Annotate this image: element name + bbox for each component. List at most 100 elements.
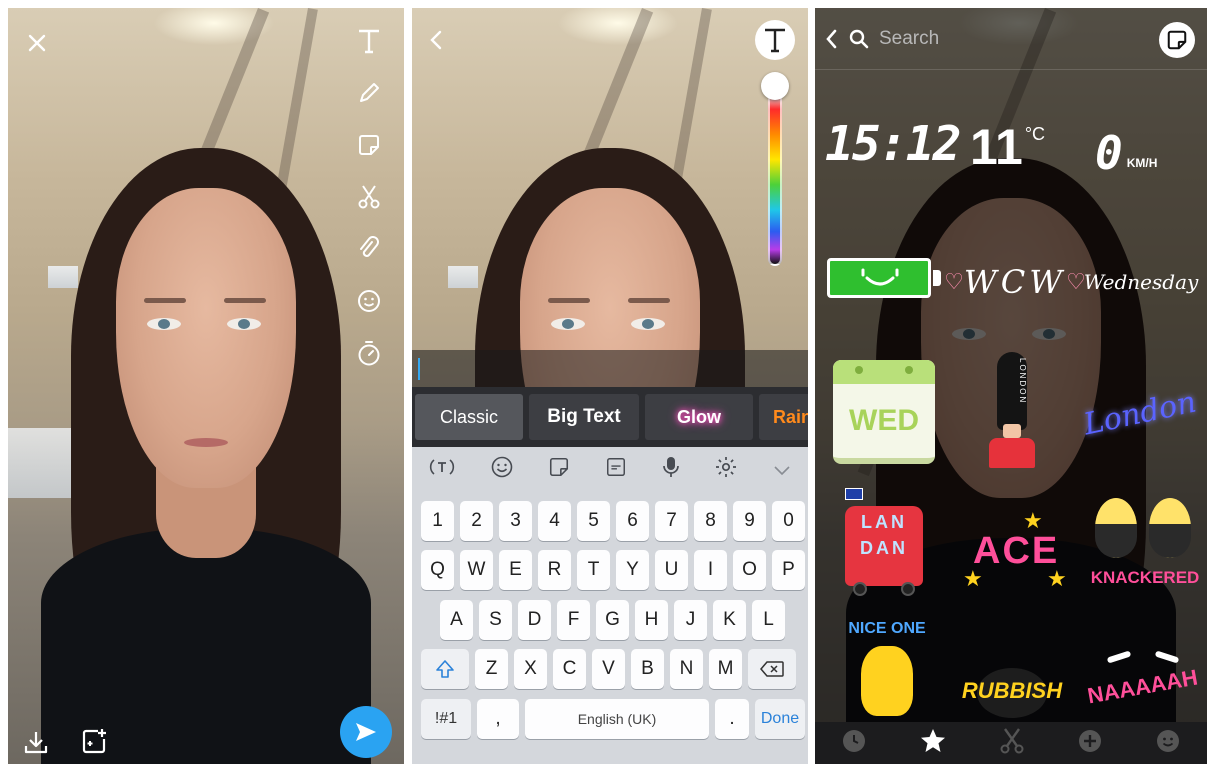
sticker-battery[interactable] (827, 258, 943, 298)
emoji-icon[interactable] (1155, 728, 1181, 759)
key-3[interactable]: 3 (499, 501, 532, 541)
symbols-key[interactable]: !#1 (421, 699, 471, 739)
sticker-wed-calendar[interactable]: WED (833, 360, 935, 464)
sticker-search-bar[interactable]: Search (815, 8, 1207, 70)
back-chevron-icon[interactable] (825, 29, 837, 49)
london-vertical-text: LONDON (1018, 358, 1027, 405)
key-z[interactable]: Z (475, 649, 508, 689)
key-9[interactable]: 9 (733, 501, 766, 541)
sticker-icon[interactable] (548, 456, 570, 484)
key-f[interactable]: F (557, 600, 590, 640)
key-i[interactable]: I (694, 550, 727, 590)
emoji-icon[interactable] (490, 455, 514, 485)
keyboard-toolbar (412, 447, 808, 493)
key-v[interactable]: V (592, 649, 625, 689)
caption-input[interactable] (412, 350, 808, 387)
key-d[interactable]: D (518, 600, 551, 640)
key-b[interactable]: B (631, 649, 664, 689)
download-icon[interactable] (20, 726, 52, 758)
key-g[interactable]: G (596, 600, 629, 640)
key-1[interactable]: 1 (421, 501, 454, 541)
london-script-text: London (1080, 384, 1200, 442)
done-key[interactable]: Done (755, 699, 805, 739)
style-rainbow[interactable]: Rain (759, 394, 808, 440)
sticker-nice-one[interactable]: NICE ONE (839, 620, 935, 720)
chevron-down-icon[interactable] (773, 459, 791, 482)
sticker-bus[interactable]: LAN DAN (845, 488, 925, 598)
key-y[interactable]: Y (616, 550, 649, 590)
scissors-icon[interactable] (999, 727, 1025, 760)
microphone-icon[interactable] (662, 455, 680, 485)
bus-text-dan: DAN (860, 538, 908, 558)
comma-key[interactable]: , (477, 699, 519, 739)
key-l[interactable]: L (752, 600, 785, 640)
sticker-london-script[interactable]: London (1081, 378, 1200, 448)
sticker-knackered[interactable]: KNACKERED (1087, 498, 1203, 594)
color-slider-knob[interactable] (761, 72, 789, 100)
wed-text: WED (849, 404, 919, 437)
key-a[interactable]: A (440, 600, 473, 640)
key-n[interactable]: N (670, 649, 703, 689)
backspace-key[interactable] (748, 649, 796, 689)
key-u[interactable]: U (655, 550, 688, 590)
shift-key[interactable] (421, 649, 469, 689)
key-o[interactable]: O (733, 550, 766, 590)
sticker-naaaah[interactable]: NAAAAAH (1083, 648, 1201, 720)
key-j[interactable]: J (674, 600, 707, 640)
key-c[interactable]: C (553, 649, 586, 689)
add-to-story-icon[interactable] (78, 724, 112, 758)
back-chevron-icon[interactable] (424, 28, 448, 52)
key-h[interactable]: H (635, 600, 668, 640)
recent-icon[interactable] (841, 728, 867, 759)
key-6[interactable]: 6 (616, 501, 649, 541)
sticker-speed[interactable]: 0 KM/H (1095, 120, 1205, 176)
color-slider[interactable] (768, 82, 782, 266)
search-input[interactable]: Search (879, 28, 939, 50)
key-2[interactable]: 2 (460, 501, 493, 541)
key-t[interactable]: T (577, 550, 610, 590)
key-4[interactable]: 4 (538, 501, 571, 541)
text-format-icon[interactable] (429, 456, 455, 484)
favorites-icon[interactable] (919, 727, 947, 760)
key-r[interactable]: R (538, 550, 571, 590)
key-k[interactable]: K (713, 600, 746, 640)
key-s[interactable]: S (479, 600, 512, 640)
key-0[interactable]: 0 (772, 501, 805, 541)
key-q[interactable]: Q (421, 550, 454, 590)
lens-face-icon[interactable] (354, 286, 384, 316)
close-icon[interactable] (24, 30, 50, 56)
key-e[interactable]: E (499, 550, 532, 590)
settings-icon[interactable] (714, 455, 738, 485)
style-big-text[interactable]: Big Text (529, 394, 639, 440)
space-key[interactable]: English (UK) (525, 699, 709, 739)
text-style-icon[interactable] (755, 20, 795, 60)
key-8[interactable]: 8 (694, 501, 727, 541)
pencil-icon[interactable] (354, 78, 384, 108)
sticker-time[interactable]: 15:12 (825, 116, 961, 176)
sticker-create-icon[interactable] (1159, 22, 1195, 58)
paperclip-icon[interactable] (354, 234, 384, 264)
style-classic[interactable]: Classic (415, 394, 523, 440)
key-m[interactable]: M (709, 649, 742, 689)
key-7[interactable]: 7 (655, 501, 688, 541)
sticker-wcw[interactable]: ♡ WCW ♡ (944, 260, 1086, 304)
key-w[interactable]: W (460, 550, 493, 590)
key-5[interactable]: 5 (577, 501, 610, 541)
gif-icon[interactable] (605, 456, 627, 484)
sticker-wednesday[interactable]: Wednesday (1084, 260, 1199, 304)
sticker-rubbish[interactable]: RUBBISH (959, 644, 1065, 720)
timer-icon[interactable] (354, 338, 384, 368)
key-p[interactable]: P (772, 550, 805, 590)
add-icon[interactable] (1077, 728, 1103, 759)
period-key[interactable]: . (715, 699, 749, 739)
sticker-temperature[interactable]: 11 °C (970, 118, 1080, 178)
text-style-picker: Classic Big Text Glow Rain (412, 387, 808, 447)
text-tool-icon[interactable] (354, 26, 384, 56)
sticker-icon[interactable] (354, 130, 384, 160)
send-button[interactable] (340, 706, 392, 758)
sticker-london-guard[interactable]: LONDON (983, 352, 1041, 470)
style-glow[interactable]: Glow (645, 394, 753, 440)
key-x[interactable]: X (514, 649, 547, 689)
sticker-ace[interactable]: ★ ACE ★ ★ (963, 508, 1067, 592)
scissors-icon[interactable] (354, 182, 384, 212)
